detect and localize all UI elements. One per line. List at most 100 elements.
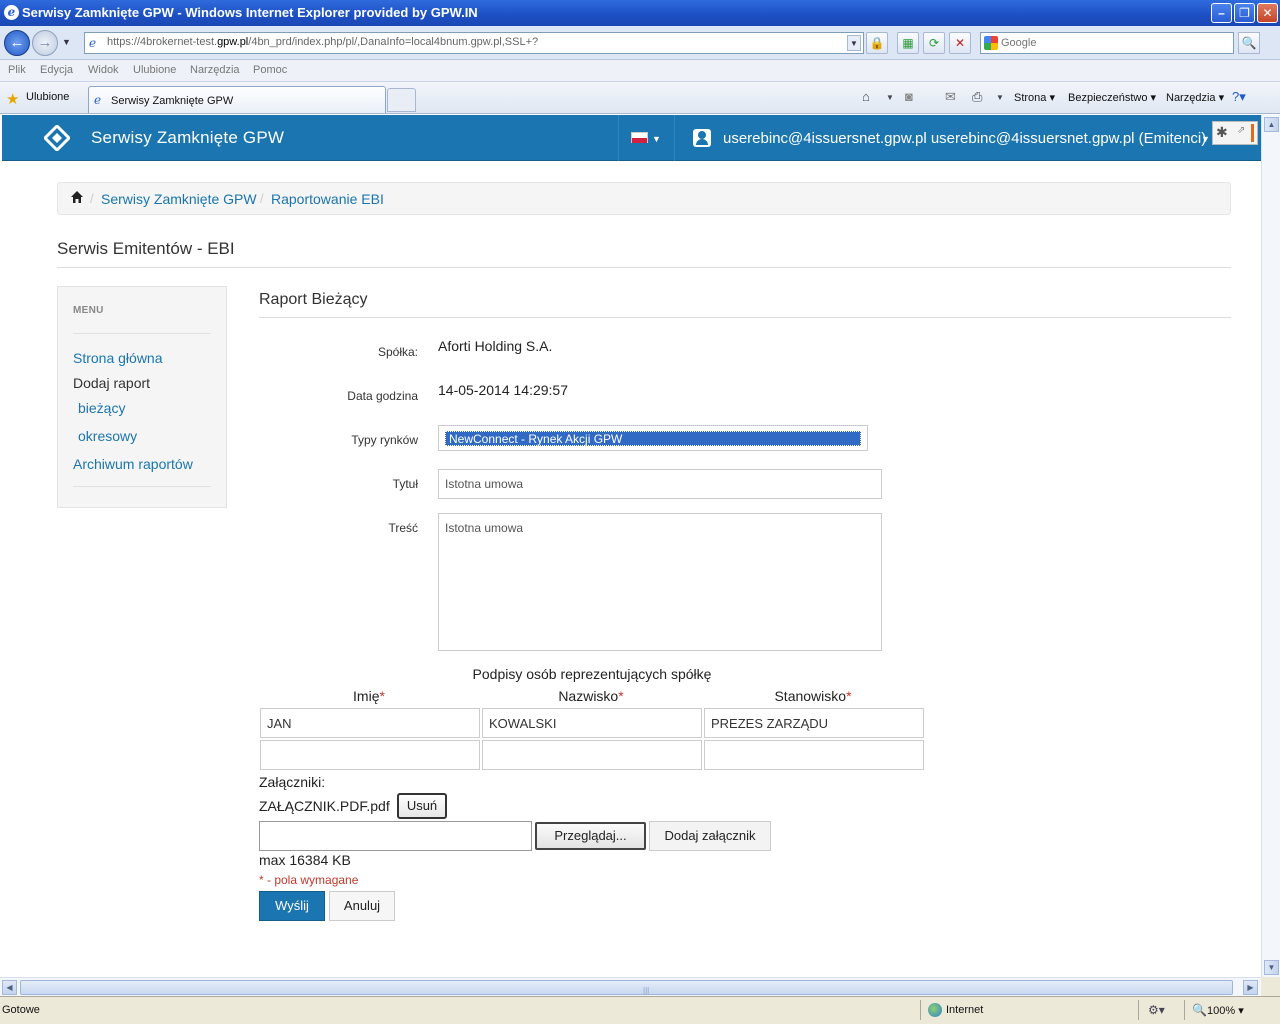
zoom-level[interactable]: 100% ▾ bbox=[1207, 1004, 1244, 1017]
ie-logo-icon: e bbox=[4, 5, 19, 20]
date-label: Data godzina bbox=[347, 389, 418, 403]
column-position: Stanowisko* bbox=[774, 688, 852, 704]
history-dropdown-icon[interactable]: ▼ bbox=[62, 37, 71, 47]
tab-active[interactable]: e Serwisy Zamknięte GPW bbox=[88, 86, 386, 113]
home-icon[interactable] bbox=[70, 190, 84, 204]
first-name-input-1[interactable]: JAN bbox=[260, 708, 480, 738]
brand-link[interactable]: Serwisy Zamknięte GPW bbox=[91, 128, 284, 148]
window-titlebar: e Serwisy Zamknięte GPW - Windows Intern… bbox=[0, 0, 1280, 26]
scroll-up-icon[interactable]: ▲ bbox=[1264, 117, 1279, 132]
forward-button[interactable]: → bbox=[32, 30, 58, 56]
breadcrumb-link-ebi[interactable]: Raportowanie EBI bbox=[271, 191, 384, 207]
company-label: Spółka: bbox=[377, 345, 418, 359]
sidebar-item-periodic[interactable]: okresowy bbox=[78, 428, 137, 444]
new-tab-button[interactable] bbox=[387, 88, 416, 112]
menu-tools[interactable]: Narzędzia bbox=[190, 64, 240, 76]
url-dropdown-icon[interactable]: ▼ bbox=[847, 35, 861, 51]
url-field[interactable]: e https://4brokernet-test.gpw.pl/4bn_prd… bbox=[84, 32, 864, 54]
user-menu[interactable]: userebinc@4issuersnet.gpw.pl userebinc@4… bbox=[723, 130, 1206, 147]
help-icon[interactable]: ?▾ bbox=[1232, 89, 1246, 105]
market-option-selected[interactable]: NewConnect - Rynek Akcji GPW bbox=[445, 431, 861, 446]
browse-button[interactable]: Przeglądaj... bbox=[535, 822, 646, 850]
column-last-name: Nazwisko* bbox=[558, 688, 624, 704]
position-input-1[interactable]: PREZES ZARZĄDU bbox=[704, 708, 924, 738]
menu-help[interactable]: Pomoc bbox=[253, 64, 287, 76]
menu-view[interactable]: Widok bbox=[88, 64, 119, 76]
sidebar-item-home[interactable]: Strona główna bbox=[73, 350, 163, 366]
max-size-note: max 16384 KB bbox=[259, 852, 351, 868]
sidebar-item-add-report: Dodaj raport bbox=[73, 375, 151, 391]
horizontal-scrollbar[interactable]: ◀ ||| ▶ bbox=[0, 977, 1261, 996]
favorites-button[interactable]: Ulubione bbox=[26, 91, 69, 103]
print-dropdown-icon[interactable]: ▼ bbox=[996, 93, 1004, 102]
search-input[interactable] bbox=[1001, 35, 1221, 51]
tools-menu[interactable]: Narzędzia ▾ bbox=[1166, 91, 1224, 104]
tab-title: Serwisy Zamknięte GPW bbox=[111, 95, 234, 107]
mail-icon[interactable]: ✉ bbox=[945, 89, 956, 105]
remove-attachment-button[interactable]: Usuń bbox=[397, 793, 447, 819]
compat-view-icon[interactable]: ▦ bbox=[897, 32, 919, 54]
date-value: 14-05-2014 14:29:57 bbox=[438, 382, 568, 398]
gear-icon[interactable]: ✱ bbox=[1216, 124, 1228, 141]
first-name-input-2[interactable] bbox=[260, 740, 480, 770]
favorites-star-icon[interactable]: ★ bbox=[6, 90, 19, 108]
page-viewport: Serwisy Zamknięte GPW ▼ userebinc@4issue… bbox=[2, 115, 1261, 977]
scroll-right-icon[interactable]: ▶ bbox=[1243, 980, 1258, 995]
signatures-heading: Podpisy osób reprezentujących spółkę bbox=[472, 666, 712, 682]
print-icon[interactable]: ⎙ bbox=[972, 89, 982, 105]
language-dropdown-icon[interactable]: ▼ bbox=[652, 134, 661, 144]
lock-icon[interactable]: 🔒 bbox=[866, 32, 888, 54]
google-icon bbox=[984, 36, 998, 50]
add-attachment-button[interactable]: Dodaj załącznik bbox=[649, 821, 771, 851]
cancel-button[interactable]: Anuluj bbox=[329, 891, 395, 921]
menu-file[interactable]: Plik bbox=[8, 64, 26, 76]
minimize-button[interactable]: – bbox=[1211, 3, 1232, 23]
stop-icon[interactable]: ✕ bbox=[949, 32, 971, 54]
breadcrumb-link-services[interactable]: Serwisy Zamknięte GPW bbox=[101, 191, 257, 207]
home-dropdown-icon[interactable]: ▼ bbox=[886, 93, 894, 102]
gpw-logo-icon[interactable] bbox=[44, 125, 70, 151]
menu-favorites[interactable]: Ulubione bbox=[133, 64, 176, 76]
protected-mode-icon[interactable]: ⚙▾ bbox=[1148, 1003, 1165, 1017]
content-label: Treść bbox=[388, 521, 418, 535]
status-text: Gotowe bbox=[2, 1004, 40, 1016]
attachments-label: Załączniki: bbox=[259, 774, 326, 790]
close-window-button[interactable]: ✕ bbox=[1257, 3, 1278, 23]
page-title: Serwis Emitentów - EBI bbox=[57, 239, 235, 258]
title-input[interactable]: Istotna umowa bbox=[438, 469, 882, 499]
send-button[interactable]: Wyślij bbox=[259, 891, 325, 921]
menu-edit[interactable]: Edycja bbox=[40, 64, 73, 76]
file-path-input[interactable] bbox=[259, 821, 532, 851]
search-box[interactable] bbox=[980, 32, 1234, 54]
feeds-icon[interactable]: ◙ bbox=[905, 89, 913, 104]
market-type-select[interactable]: NewConnect - Rynek Akcji GPW bbox=[438, 425, 868, 451]
horizontal-scroll-thumb[interactable]: ||| bbox=[20, 980, 1233, 995]
language-flag-icon[interactable] bbox=[631, 132, 648, 143]
market-label: Typy rynków bbox=[351, 433, 418, 447]
last-name-input-1[interactable]: KOWALSKI bbox=[482, 708, 702, 738]
globe-icon bbox=[928, 1003, 942, 1017]
sidebar-item-current[interactable]: bieżący bbox=[78, 400, 125, 416]
maximize-button[interactable]: ❐ bbox=[1234, 3, 1255, 23]
user-dropdown-icon[interactable]: ▼ bbox=[1201, 134, 1210, 144]
last-name-input-2[interactable] bbox=[482, 740, 702, 770]
sidebar-item-archive[interactable]: Archiwum raportów bbox=[73, 456, 193, 472]
search-icon[interactable]: 🔍 bbox=[1238, 32, 1260, 54]
browser-extension-widget[interactable]: ✱ ⇗ bbox=[1212, 121, 1258, 145]
back-button[interactable]: ← bbox=[4, 30, 30, 56]
security-menu[interactable]: Bezpieczeństwo ▾ bbox=[1068, 91, 1156, 104]
vertical-scrollbar[interactable]: ▲ ▼ bbox=[1261, 115, 1280, 977]
page-menu[interactable]: Strona ▾ bbox=[1014, 91, 1055, 104]
breadcrumb: / Serwisy Zamknięte GPW / Raportowanie E… bbox=[57, 182, 1231, 215]
sidebar-menu: MENU Strona główna Dodaj raport bieżący … bbox=[57, 286, 227, 508]
popout-icon[interactable]: ⇗ bbox=[1237, 125, 1245, 136]
security-zone[interactable]: Internet bbox=[946, 1004, 983, 1016]
zoom-icon[interactable]: 🔍 bbox=[1192, 1003, 1207, 1017]
scroll-down-icon[interactable]: ▼ bbox=[1264, 960, 1279, 975]
home-icon[interactable]: ⌂ bbox=[862, 89, 870, 104]
refresh-icon[interactable]: ⟳ bbox=[923, 32, 945, 54]
address-bar: ← → ▼ e https://4brokernet-test.gpw.pl/4… bbox=[0, 26, 1280, 60]
position-input-2[interactable] bbox=[704, 740, 924, 770]
content-textarea[interactable]: Istotna umowa bbox=[438, 513, 882, 651]
scroll-left-icon[interactable]: ◀ bbox=[2, 980, 17, 995]
